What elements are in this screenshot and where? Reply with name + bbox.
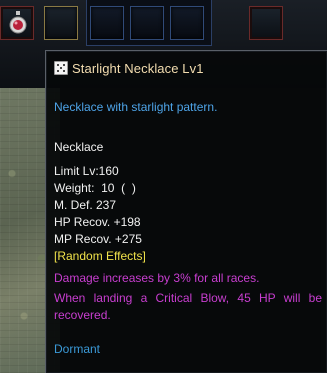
random-effects-header: [Random Effects] (54, 249, 146, 263)
item-name: Starlight Necklace Lv1 (72, 60, 204, 76)
item-status: Dormant (54, 342, 101, 356)
quick-slot-2[interactable] (130, 6, 164, 40)
stat-hp-recovery: HP Recov. +198 (54, 215, 141, 229)
stat-limit-level: Limit Lv:160 (54, 164, 119, 178)
stat-weight: Weight: 10 ( ) (54, 181, 136, 195)
random-effect-critical-line1: When landing a Critical Blow, 45 HP will… (54, 291, 322, 305)
quick-slot-3[interactable] (170, 6, 204, 40)
empty-slot[interactable] (44, 6, 78, 40)
item-tooltip: Starlight Necklace Lv1 Necklace with sta… (45, 50, 327, 373)
item-description: Necklace with starlight pattern. (54, 100, 218, 114)
quick-slot-4[interactable] (249, 6, 283, 40)
random-effect-critical-line2: recovered. (54, 308, 111, 322)
amulet-icon (9, 11, 27, 34)
stat-mp-recovery: MP Recov. +275 (54, 232, 142, 246)
item-category: Necklace (54, 140, 104, 154)
random-effect-damage: Damage increases by 3% for all races. (54, 271, 260, 285)
tooltip-header: Starlight Necklace Lv1 (54, 59, 204, 77)
amulet-slot[interactable] (0, 6, 34, 40)
stat-magic-defense: M. Def. 237 (54, 198, 117, 212)
quick-slot-1[interactable] (90, 6, 124, 40)
dice-icon (54, 61, 68, 75)
